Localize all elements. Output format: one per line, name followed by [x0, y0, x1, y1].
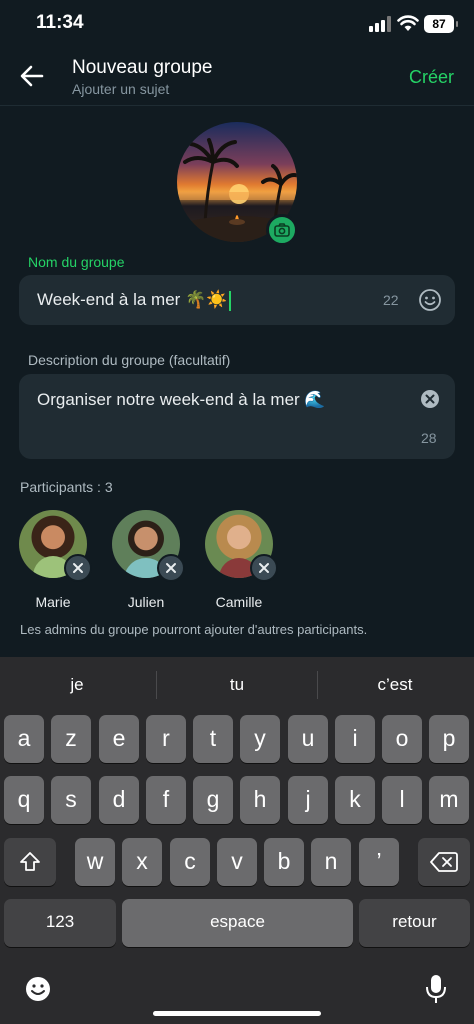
- key[interactable]: e: [99, 715, 139, 763]
- suggestion-divider: [156, 671, 157, 699]
- remove-participant-button[interactable]: [250, 554, 278, 582]
- group-description-char-count: 28: [421, 430, 437, 446]
- suggestion-item[interactable]: tu: [162, 675, 312, 695]
- page-title: Nouveau groupe: [72, 57, 213, 78]
- return-key[interactable]: retour: [359, 899, 470, 947]
- delete-key[interactable]: [418, 838, 470, 886]
- key[interactable]: m: [429, 776, 469, 824]
- key[interactable]: x: [122, 838, 162, 886]
- create-button[interactable]: Créer: [409, 67, 454, 88]
- key[interactable]: f: [146, 776, 186, 824]
- key[interactable]: s: [51, 776, 91, 824]
- group-name-char-count: 22: [383, 292, 399, 308]
- key[interactable]: r: [146, 715, 186, 763]
- space-key[interactable]: espace: [122, 899, 353, 947]
- camera-icon: [274, 223, 290, 237]
- microphone-icon[interactable]: [424, 973, 448, 1005]
- remove-participant-button[interactable]: [64, 554, 92, 582]
- keyboard: je tu c’est a z e r t y u i o p q s d f …: [0, 657, 474, 1024]
- group-description-label: Description du groupe (facultatif): [28, 352, 231, 368]
- app-header: Nouveau groupe Ajouter un sujet Créer: [0, 48, 474, 106]
- page-subtitle: Ajouter un sujet: [72, 81, 170, 97]
- shift-icon: [20, 852, 40, 871]
- participant-item: Camille: [194, 510, 284, 610]
- key[interactable]: t: [193, 715, 233, 763]
- remove-participant-button[interactable]: [157, 554, 185, 582]
- group-description-value: Organiser notre week-end à la mer 🌊: [37, 390, 326, 409]
- emoji-icon[interactable]: [418, 288, 442, 312]
- key[interactable]: a: [4, 715, 44, 763]
- status-bar: 11:34 87: [0, 0, 474, 48]
- admin-hint-text: Les admins du groupe pourront ajouter d'…: [20, 622, 368, 637]
- group-name-value: Week-end à la mer 🌴☀️: [37, 290, 228, 309]
- numbers-key[interactable]: 123: [4, 899, 116, 947]
- key[interactable]: v: [217, 838, 257, 886]
- key[interactable]: z: [51, 715, 91, 763]
- close-icon: [259, 563, 269, 573]
- key[interactable]: p: [429, 715, 469, 763]
- text-caret: [229, 290, 232, 311]
- close-icon: [73, 563, 83, 573]
- key[interactable]: o: [382, 715, 422, 763]
- change-photo-button[interactable]: [266, 214, 298, 246]
- backspace-icon: [430, 852, 458, 872]
- suggestion-divider: [317, 671, 318, 699]
- group-name-field[interactable]: Week-end à la mer 🌴☀️ 22: [19, 275, 455, 325]
- participant-name: Marie: [35, 594, 71, 610]
- key[interactable]: q: [4, 776, 44, 824]
- participants-title: Participants : 3: [20, 479, 113, 495]
- key[interactable]: l: [382, 776, 422, 824]
- key[interactable]: n: [311, 838, 351, 886]
- key[interactable]: i: [335, 715, 375, 763]
- signal-icon: [369, 16, 391, 32]
- group-description-field[interactable]: Organiser notre week-end à la mer 🌊 28: [19, 374, 455, 459]
- key[interactable]: k: [335, 776, 375, 824]
- suggestion-item[interactable]: je: [2, 675, 152, 695]
- wifi-icon: [397, 15, 419, 31]
- key[interactable]: y: [240, 715, 280, 763]
- key[interactable]: h: [240, 776, 280, 824]
- key[interactable]: u: [288, 715, 328, 763]
- participant-item: Marie: [8, 510, 98, 610]
- battery-indicator: 87: [424, 15, 458, 33]
- key[interactable]: w: [75, 838, 115, 886]
- back-arrow-icon[interactable]: [18, 62, 46, 90]
- emoji-keyboard-icon[interactable]: [24, 975, 52, 1003]
- suggestion-item[interactable]: c’est: [320, 675, 470, 695]
- key[interactable]: d: [99, 776, 139, 824]
- participant-item: Julien: [101, 510, 191, 610]
- participant-name: Julien: [127, 594, 165, 610]
- clear-text-icon[interactable]: [420, 389, 440, 409]
- key[interactable]: ’: [359, 838, 399, 886]
- key[interactable]: b: [264, 838, 304, 886]
- participant-name: Camille: [215, 594, 263, 610]
- shift-key[interactable]: [4, 838, 56, 886]
- key[interactable]: j: [288, 776, 328, 824]
- key[interactable]: g: [193, 776, 233, 824]
- suggestion-bar: je tu c’est: [0, 657, 474, 713]
- home-indicator: [153, 1011, 321, 1016]
- close-icon: [166, 563, 176, 573]
- group-name-label: Nom du groupe: [28, 254, 125, 270]
- key[interactable]: c: [170, 838, 210, 886]
- status-time: 11:34: [36, 12, 84, 33]
